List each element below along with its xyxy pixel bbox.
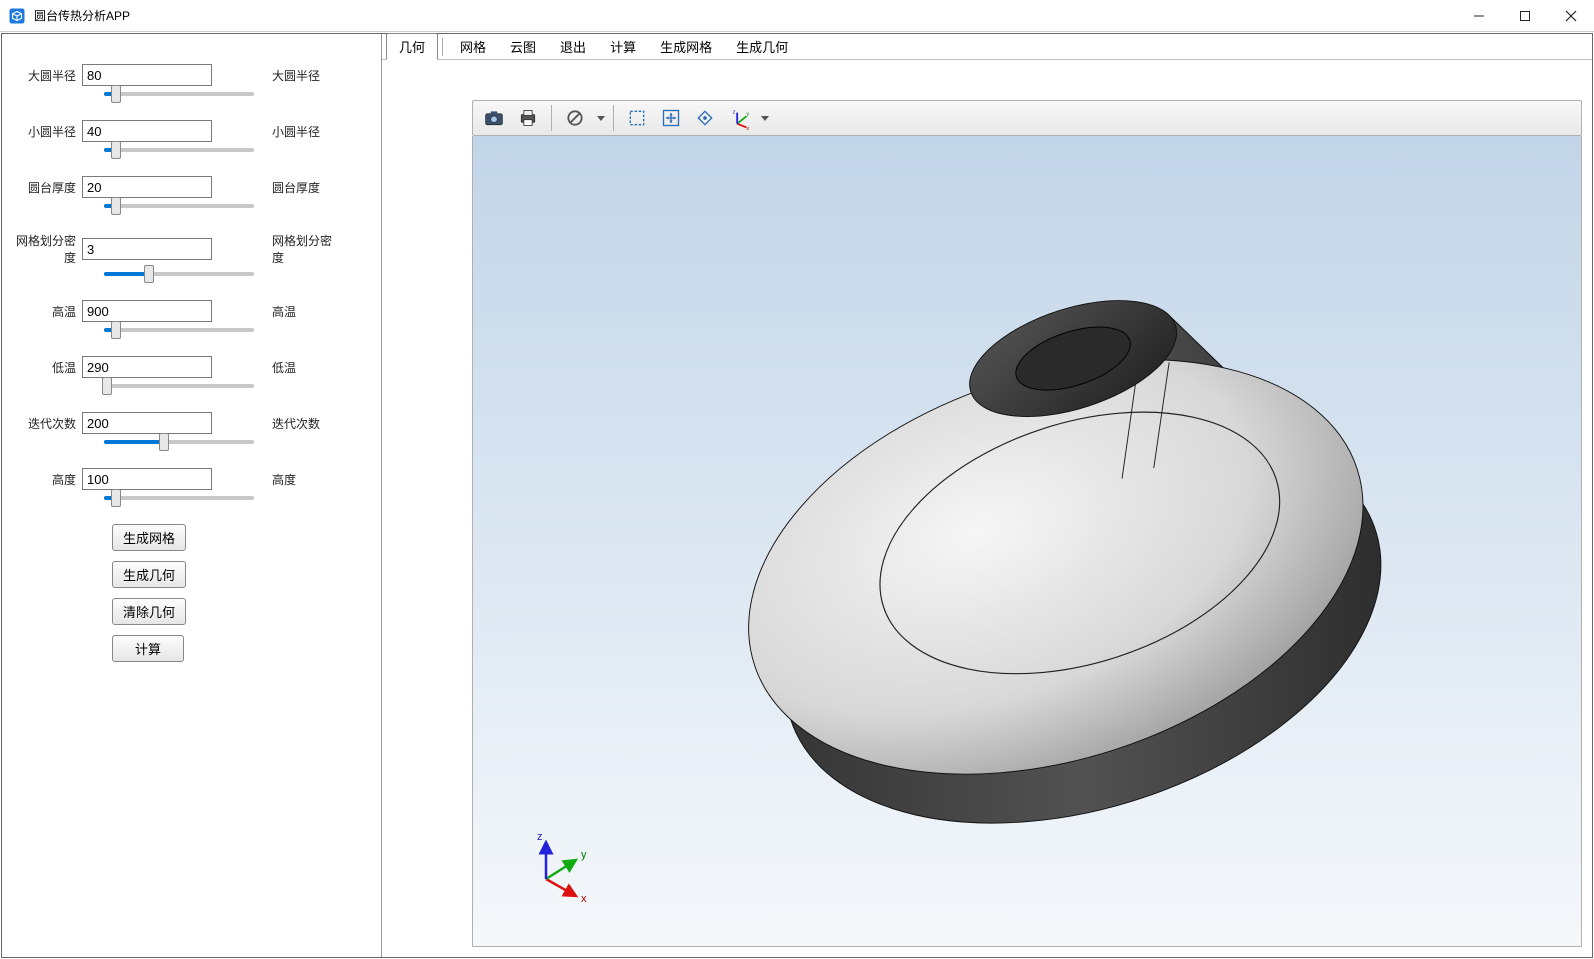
compute-button[interactable]: 计算 [112,635,184,662]
param-label-right-large_r: 大圆半径 [212,67,332,84]
generate-mesh-button[interactable]: 生成网格 [112,524,186,551]
menu-2[interactable]: 云图 [498,34,548,59]
param-input-mesh_d[interactable] [82,238,212,260]
select-box-icon[interactable] [622,104,652,132]
param-input-t_high[interactable] [82,300,212,322]
svg-text:x: x [746,126,749,131]
param-input-height[interactable] [82,468,212,490]
param-input-thickness[interactable] [82,176,212,198]
camera-icon[interactable] [479,104,509,132]
axis-triad-icon[interactable]: x y z [724,104,754,132]
param-slider-t_high[interactable] [104,328,254,332]
param-label-thickness: 圆台厚度 [12,179,82,196]
svg-text:x: x [581,893,587,905]
param-label-t_low: 低温 [12,359,82,376]
param-label-right-mesh_d: 网格划分密度 [212,232,332,266]
minimize-button[interactable] [1456,0,1502,31]
param-slider-mesh_d[interactable] [104,272,254,276]
param-input-iters[interactable] [82,412,212,434]
param-label-right-t_high: 高温 [212,303,332,320]
param-label-iters: 迭代次数 [12,415,82,432]
param-label-large_r: 大圆半径 [12,67,82,84]
param-label-t_high: 高温 [12,303,82,320]
viewer-toolbar: x y z [472,100,1582,136]
param-slider-t_low[interactable] [104,384,254,388]
param-label-right-height: 高度 [212,471,332,488]
param-label-small_r: 小圆半径 [12,123,82,140]
param-slider-small_r[interactable] [104,148,254,152]
svg-text:z: z [733,110,736,116]
param-label-height: 高度 [12,471,82,488]
param-slider-height[interactable] [104,496,254,500]
svg-text:y: y [581,849,587,861]
param-label-right-small_r: 小圆半径 [212,123,332,140]
menu-bar: 几何网格云图退出计算生成网格生成几何 [382,34,1592,60]
svg-text:z: z [537,831,543,843]
parameters-panel: 大圆半径 大圆半径 小圆半径 小圆半径 圆台厚度 圆台厚度 网格划分密度 网格划… [2,34,382,957]
menu-3[interactable]: 退出 [548,34,598,59]
viewer-area: x y z [382,60,1592,957]
param-input-t_low[interactable] [82,356,212,378]
app-icon [8,7,26,25]
param-slider-thickness[interactable] [104,204,254,208]
print-icon[interactable] [513,104,543,132]
clear-geom-button[interactable]: 清除几何 [112,598,186,625]
dropdown-caret-icon[interactable] [761,116,769,121]
param-label-right-iters: 迭代次数 [212,415,332,432]
menu-1[interactable]: 网格 [448,34,498,59]
param-label-right-t_low: 低温 [212,359,332,376]
fit-view-icon[interactable] [656,104,686,132]
rotate-free-icon[interactable] [690,104,720,132]
menu-0[interactable]: 几何 [386,33,438,60]
param-label-right-thickness: 圆台厚度 [212,179,332,196]
param-slider-iters[interactable] [104,440,254,444]
main-pane: 几何网格云图退出计算生成网格生成几何 x y z [382,34,1592,957]
window-title: 圆台传热分析APP [34,7,1456,24]
menu-6[interactable]: 生成几何 [724,34,800,59]
param-slider-large_r[interactable] [104,92,254,96]
3d-canvas[interactable]: x y z [472,136,1582,947]
axis-triad: x y z [511,824,601,914]
title-bar: 圆台传热分析APP [0,0,1594,32]
generate-geom-button[interactable]: 生成几何 [112,561,186,588]
close-button[interactable] [1548,0,1594,31]
param-label-mesh_d: 网格划分密度 [12,232,82,266]
dropdown-caret-icon[interactable] [597,116,605,121]
forbid-icon[interactable] [560,104,590,132]
menu-5[interactable]: 生成网格 [648,34,724,59]
maximize-button[interactable] [1502,0,1548,31]
param-input-large_r[interactable] [82,64,212,86]
frustum-model [595,216,1459,840]
menu-4[interactable]: 计算 [598,34,648,59]
param-input-small_r[interactable] [82,120,212,142]
svg-text:y: y [746,111,749,117]
